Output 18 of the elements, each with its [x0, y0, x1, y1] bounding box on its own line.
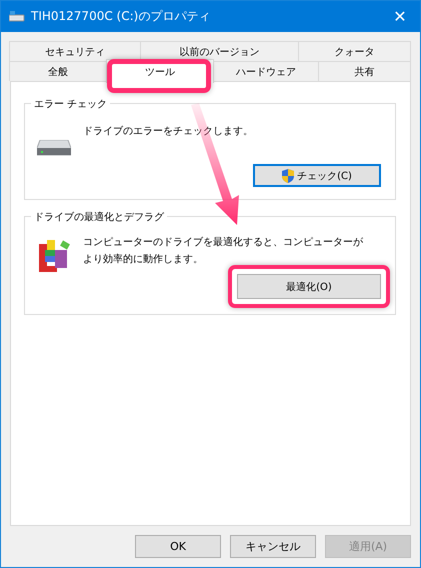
drive-icon	[9, 10, 25, 22]
close-button[interactable]: ✕	[380, 7, 420, 26]
description-text: ドライブのエラーをチェックします。	[83, 124, 254, 139]
tab[interactable]: クォータ	[298, 41, 411, 61]
shield-icon	[282, 168, 294, 182]
defrag-blocks-icon	[37, 238, 71, 272]
action-button[interactable]: 最適化(O)	[237, 274, 381, 299]
dialog-button[interactable]: OK	[135, 535, 221, 558]
dialog-button[interactable]: キャンセル	[230, 535, 316, 558]
tab[interactable]: セキュリティ	[9, 41, 141, 61]
window-title: TIH0127700C (C:)のプロパティ	[31, 8, 212, 25]
group-title: エラー チェック	[31, 97, 110, 111]
description-text: コンピューターのドライブを最適化すると、コンピューターがより効率的に動作します。	[83, 236, 364, 267]
group-title: ドライブの最適化とデフラグ	[31, 210, 167, 224]
action-button[interactable]: チェック(C)	[253, 164, 381, 187]
hard-drive-icon	[37, 140, 71, 156]
tab[interactable]: 共有	[318, 61, 411, 81]
tab[interactable]: 全般	[9, 61, 107, 81]
